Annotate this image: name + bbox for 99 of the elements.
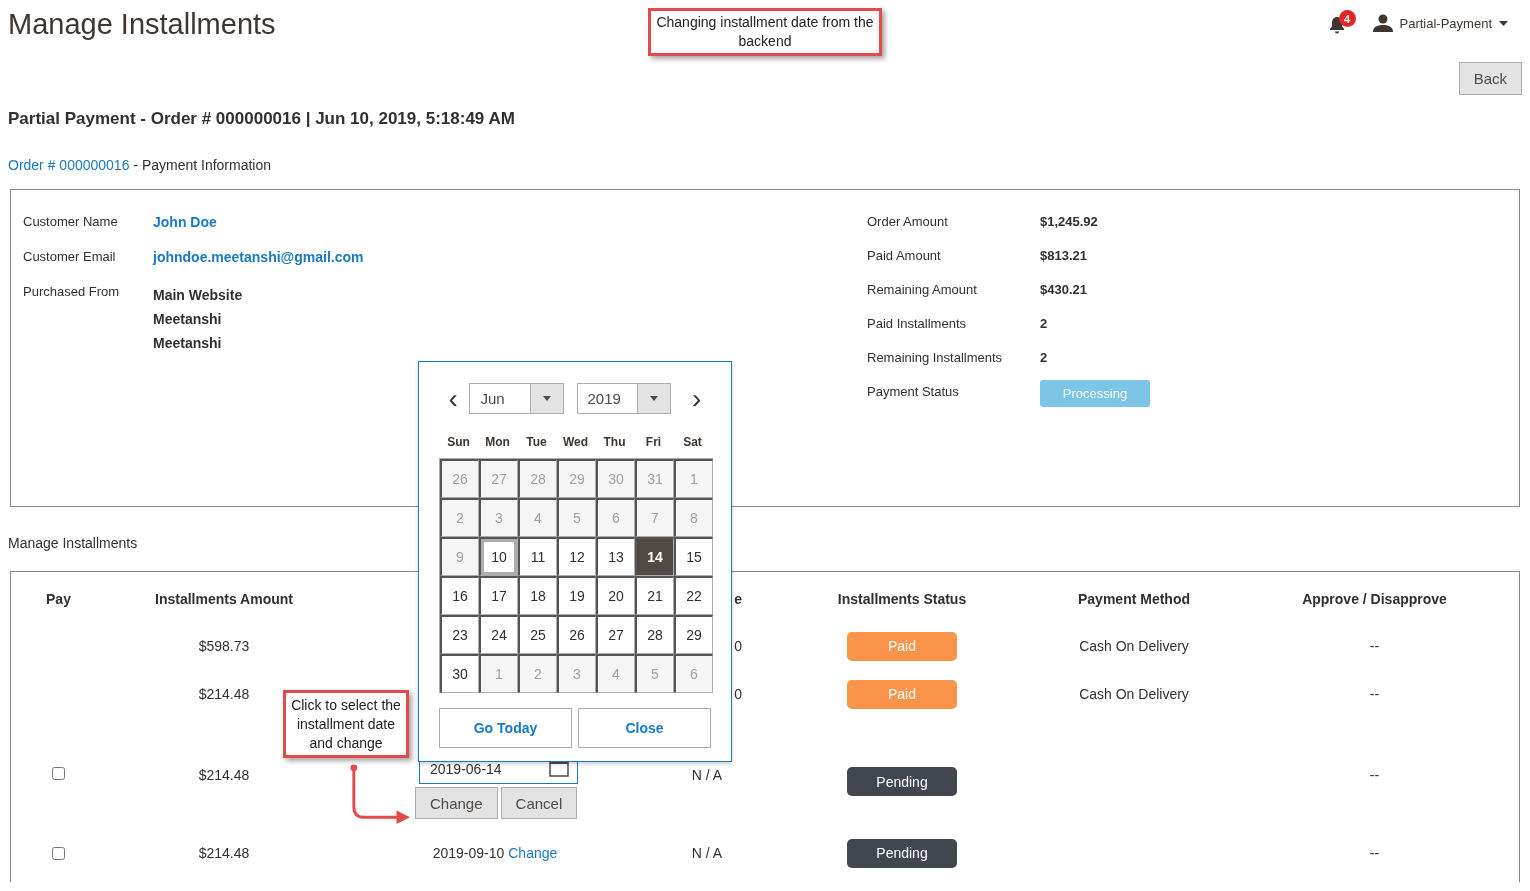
calendar-day[interactable]: 22 (674, 576, 713, 615)
annotation-arrow (348, 763, 412, 827)
field-link[interactable]: John Doe (153, 214, 217, 230)
field-link[interactable]: johndoe.meetanshi@gmail.com (153, 249, 364, 265)
field-label: Remaining Installments (867, 350, 1004, 365)
column-header: Pay (46, 591, 71, 607)
cancel-button[interactable]: Cancel (500, 787, 578, 819)
caret-icon (649, 396, 658, 401)
payment-method-cell: Cash On Delivery (1079, 638, 1189, 654)
annotation-callout: Click to select the installment date and change (283, 690, 409, 758)
approve-cell: -- (1369, 638, 1380, 654)
month-select[interactable]: Jun (469, 383, 564, 414)
weekday-label: Thu (602, 435, 627, 449)
amount-cell: $214.48 (198, 767, 250, 783)
order-heading: Partial Payment - Order # 000000016 | Jun 10, 2019, 5:18:49 AM (8, 109, 516, 129)
field-value: Meetanshi (153, 311, 223, 327)
calendar-day[interactable]: 15 (674, 537, 713, 576)
caret-icon (542, 396, 551, 401)
section-title: Manage Installments (8, 535, 138, 551)
year-select[interactable]: 2019 (576, 383, 671, 414)
field-label: Order Amount (867, 214, 949, 229)
status-badge: Pending (847, 767, 957, 796)
status-badge: Paid (847, 679, 957, 709)
calendar-day[interactable]: 30 (440, 654, 479, 693)
field-label: Payment Status (867, 384, 960, 399)
field-value: $813.21 (1040, 248, 1088, 263)
approve-cell: -- (1369, 845, 1380, 861)
field-label: Purchased From (23, 284, 121, 299)
amount-cell: $598.73 (198, 638, 250, 654)
calendar-day[interactable]: 10 (479, 537, 518, 576)
calendar-day[interactable]: 25 (518, 615, 557, 654)
pay-checkbox[interactable] (52, 767, 65, 780)
calendar-day[interactable]: 14 (635, 537, 674, 576)
field-label: Paid Installments (867, 316, 967, 331)
weekday-label: Mon (484, 435, 511, 449)
field-label: Customer Name (23, 214, 119, 229)
calendar-day[interactable]: 16 (440, 576, 479, 615)
change-button[interactable]: Change (415, 787, 498, 819)
annotation-callout: Changing installment date from the backend (648, 8, 882, 56)
calendar-day[interactable]: 27 (596, 615, 635, 654)
calendar-day[interactable]: 23 (440, 615, 479, 654)
user-menu[interactable]: Partial-Payment (1372, 14, 1508, 32)
next-month-button[interactable]: › (682, 383, 711, 414)
column-header: Installments Amount (155, 591, 293, 607)
go-today-button[interactable]: Go Today (439, 708, 572, 748)
field-value: $1,245.92 (1040, 214, 1099, 229)
calendar-day[interactable]: 18 (518, 576, 557, 615)
notification-count: 4 (1338, 10, 1356, 27)
calendar-day[interactable]: 12 (557, 537, 596, 576)
paid-date-cell: N / A (691, 845, 723, 861)
pay-checkbox[interactable] (52, 846, 65, 860)
amount-cell: $214.48 (198, 686, 250, 702)
amount-cell: $214.48 (198, 845, 250, 861)
back-button[interactable]: Back (1458, 62, 1522, 95)
weekday-label: Sat (682, 435, 703, 449)
status-badge: Processing (1040, 380, 1150, 407)
paid-date-cell: 0 (734, 686, 742, 702)
weekday-label: Tue (525, 435, 548, 449)
column-header: Installments Status (837, 591, 967, 607)
field-value: $430.21 (1040, 282, 1088, 297)
field-label: Paid Amount (867, 248, 942, 263)
field-value: Main Website (153, 287, 244, 303)
previous-month-button[interactable]: ‹ (439, 383, 468, 414)
field-value: 2 (1040, 350, 1049, 365)
caret-icon (1499, 20, 1508, 26)
calendar-day[interactable]: 24 (479, 615, 518, 654)
page-title: Manage Installments (8, 8, 276, 41)
calendar-day[interactable]: 17 (479, 576, 518, 615)
close-button[interactable]: Close (578, 708, 711, 748)
calendar-day[interactable]: 21 (635, 576, 674, 615)
weekday-label: Wed (561, 435, 590, 449)
approve-cell: -- (1369, 686, 1380, 702)
paid-date-cell: N / A (691, 767, 723, 783)
order-link[interactable]: Order # 000000016 (8, 157, 130, 173)
approve-cell: -- (1369, 767, 1380, 783)
calendar-day[interactable]: 28 (635, 615, 674, 654)
payment-method-cell: Cash On Delivery (1079, 686, 1189, 702)
calendar-day[interactable]: 19 (557, 576, 596, 615)
calendar-day[interactable]: 29 (674, 615, 713, 654)
paid-date-cell: 0 (734, 638, 742, 654)
section-title: Order # 000000016 - Payment Information (8, 157, 272, 173)
calendar-day[interactable]: 20 (596, 576, 635, 615)
due-date: 2019-09-10 (432, 845, 505, 861)
weekday-label: Sun (446, 435, 471, 449)
calendar-day[interactable]: 13 (596, 537, 635, 576)
field-label: Customer Email (23, 249, 117, 264)
status-badge: Paid (847, 631, 957, 661)
field-value: 2 (1040, 316, 1049, 331)
calendar-day[interactable]: 26 (557, 615, 596, 654)
field-label: Remaining Amount (867, 282, 978, 297)
status-badge: Pending (847, 838, 957, 868)
change-link[interactable]: Change (508, 845, 558, 861)
user-icon (1372, 14, 1393, 32)
column-header: Payment Method (1078, 591, 1190, 607)
weekday-label: Fri (644, 435, 663, 449)
column-header: Approve / Disapprove (1302, 591, 1447, 607)
field-value: Meetanshi (153, 335, 223, 351)
column-header: e (734, 591, 742, 607)
calendar-day[interactable]: 11 (518, 537, 557, 576)
